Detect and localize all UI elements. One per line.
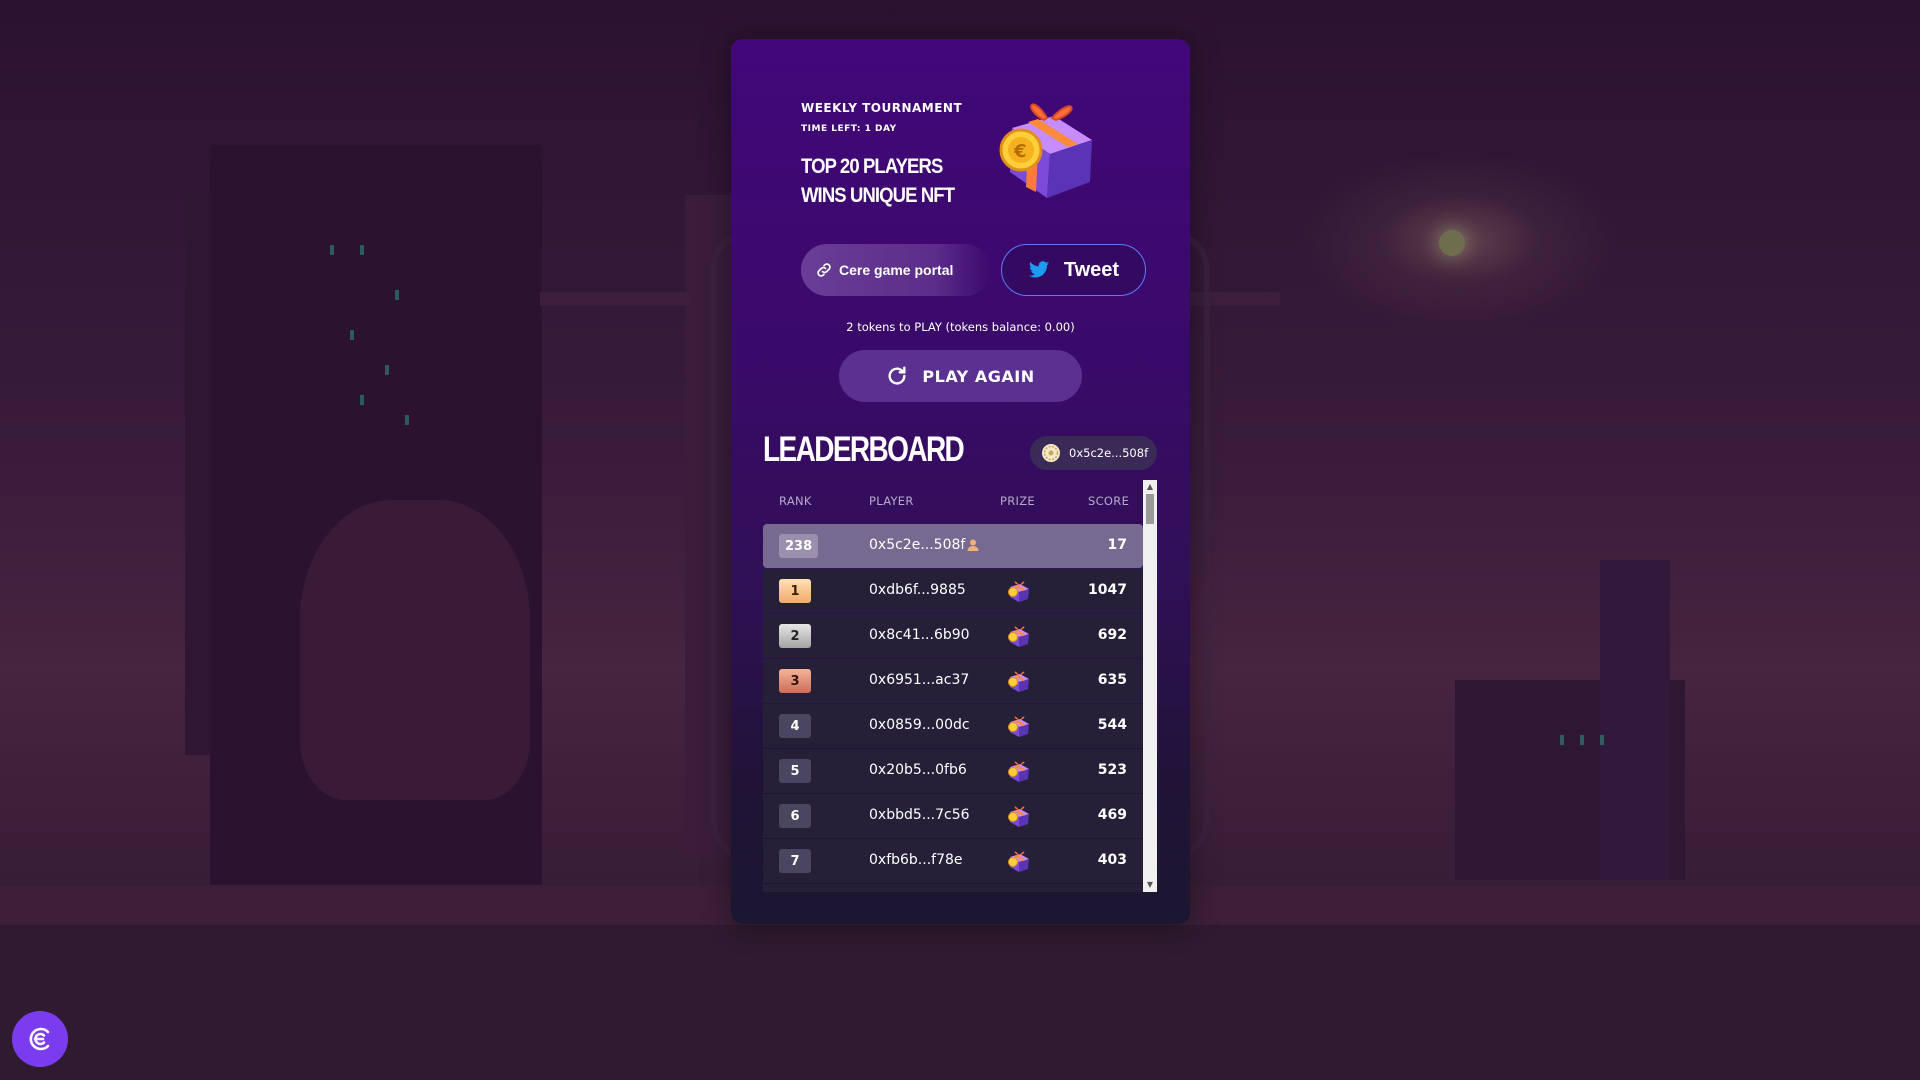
column-header-rank: RANK xyxy=(779,494,812,508)
background-pipe xyxy=(540,292,690,306)
tweet-label: Tweet xyxy=(1063,258,1120,281)
wallet-address-badge[interactable]: 0x5c2e...508f xyxy=(1030,436,1157,470)
rank-badge: 3 xyxy=(779,669,811,693)
window-light xyxy=(360,245,364,255)
cere-game-portal-button[interactable]: Cere game portal xyxy=(801,244,991,296)
tweet-button[interactable]: Tweet xyxy=(1001,244,1146,296)
window-light xyxy=(385,365,389,375)
window-light xyxy=(1580,735,1584,745)
gift-box-icon: € xyxy=(999,103,1092,198)
window-light xyxy=(360,395,364,405)
gift-box-icon xyxy=(1008,761,1030,783)
tournament-headline: TOP 20 PLAYERS WINS UNIQUE NFT xyxy=(801,155,955,207)
play-again-button[interactable]: PLAY AGAIN xyxy=(839,350,1082,402)
current-user-row[interactable]: 238 0x5c2e...508f 17 xyxy=(763,524,1143,568)
wallet-address: 0x5c2e...508f xyxy=(1069,446,1149,460)
rank-badge: 6 xyxy=(779,804,811,828)
gift-box-icon xyxy=(1008,581,1030,603)
table-row[interactable]: 2 0x8c41...6b90 692 xyxy=(763,614,1143,658)
scroll-down-arrow-icon[interactable]: ▼ xyxy=(1145,880,1155,890)
tournament-time-left: TIME LEFT: 1 DAY xyxy=(801,124,897,134)
player-address: 0x20b5...0fb6 xyxy=(869,762,967,778)
gift-box-icon xyxy=(1008,716,1030,738)
column-header-score: SCORE xyxy=(1088,494,1130,508)
twitter-bird-icon xyxy=(1028,261,1049,278)
window-light xyxy=(1600,735,1604,745)
player-score: 635 xyxy=(1097,672,1127,688)
column-header-prize: PRIZE xyxy=(1000,494,1035,508)
player-address: 0x8c41...6b90 xyxy=(869,627,970,643)
table-row[interactable] xyxy=(763,884,1143,892)
moon xyxy=(1439,230,1465,256)
player-score: 469 xyxy=(1097,807,1127,823)
scrollbar-thumb[interactable] xyxy=(1146,494,1154,524)
player-score: 17 xyxy=(1107,537,1127,553)
play-again-label: PLAY AGAIN xyxy=(922,366,1035,386)
player-address: 0xfb6b...f78e xyxy=(869,852,963,868)
coin-icon xyxy=(1042,444,1060,462)
player-address: 0x0859...00dc xyxy=(869,717,970,733)
player-score: 1047 xyxy=(1088,582,1127,598)
table-row[interactable]: 7 0xfb6b...f78e 403 xyxy=(763,839,1143,883)
gift-box-icon xyxy=(1008,671,1030,693)
gift-box-icon xyxy=(1008,806,1030,828)
rank-badge: 2 xyxy=(779,624,811,648)
scroll-up-arrow-icon[interactable]: ▲ xyxy=(1145,482,1155,492)
player-score: 403 xyxy=(1097,852,1127,868)
refresh-icon xyxy=(888,366,906,385)
rank-badge: 5 xyxy=(779,759,811,783)
gift-box-icon xyxy=(1008,851,1030,873)
user-icon xyxy=(967,539,979,551)
table-row[interactable]: 1 0xdb6f...9885 1047 xyxy=(763,569,1143,613)
window-light xyxy=(395,290,399,300)
rank-badge: 1 xyxy=(779,579,811,603)
player-score: 544 xyxy=(1097,717,1127,733)
cere-logo-icon xyxy=(29,1027,50,1051)
leaderboard-table[interactable]: 238 0x5c2e...508f 17 1 0xdb6f...9885 104… xyxy=(763,524,1143,892)
rank-badge: 7 xyxy=(779,849,811,873)
svg-text:€: € xyxy=(1013,141,1027,162)
cere-logo-button[interactable] xyxy=(12,1011,68,1067)
window-light xyxy=(350,330,354,340)
tokens-info: 2 tokens to PLAY (tokens balance: 0.00) xyxy=(846,320,1075,334)
player-address: 0x6951...ac37 xyxy=(869,672,970,688)
player-address: 0xbbd5...7c56 xyxy=(869,807,970,823)
rank-badge: 4 xyxy=(779,714,811,738)
link-icon xyxy=(817,263,831,277)
background-tower xyxy=(1600,560,1670,880)
ground-shadow xyxy=(0,925,1920,1080)
tournament-title: WEEKLY TOURNAMENT xyxy=(801,101,963,115)
rank-badge: 238 xyxy=(779,534,819,558)
cere-game-portal-label: Cere game portal xyxy=(839,262,954,278)
gift-box-icon xyxy=(1008,626,1030,648)
table-row[interactable]: 5 0x20b5...0fb6 523 xyxy=(763,749,1143,793)
window-light xyxy=(330,245,334,255)
leaderboard-title: LEADERBOARD xyxy=(763,430,965,469)
player-score: 523 xyxy=(1097,762,1127,778)
column-header-player: PLAYER xyxy=(869,494,914,508)
player-address: 0xdb6f...9885 xyxy=(869,582,966,598)
leaderboard-scrollbar[interactable]: ▲ ▼ xyxy=(1143,480,1157,892)
table-row[interactable]: 3 0x6951...ac37 635 xyxy=(763,659,1143,703)
window-light xyxy=(1560,735,1564,745)
gorilla-silhouette xyxy=(300,500,530,800)
window-light xyxy=(405,415,409,425)
player-score: 692 xyxy=(1097,627,1127,643)
table-row[interactable]: 4 0x0859...00dc 544 xyxy=(763,704,1143,748)
player-address: 0x5c2e...508f xyxy=(869,537,966,553)
table-row[interactable]: 6 0xbbd5...7c56 469 xyxy=(763,794,1143,838)
